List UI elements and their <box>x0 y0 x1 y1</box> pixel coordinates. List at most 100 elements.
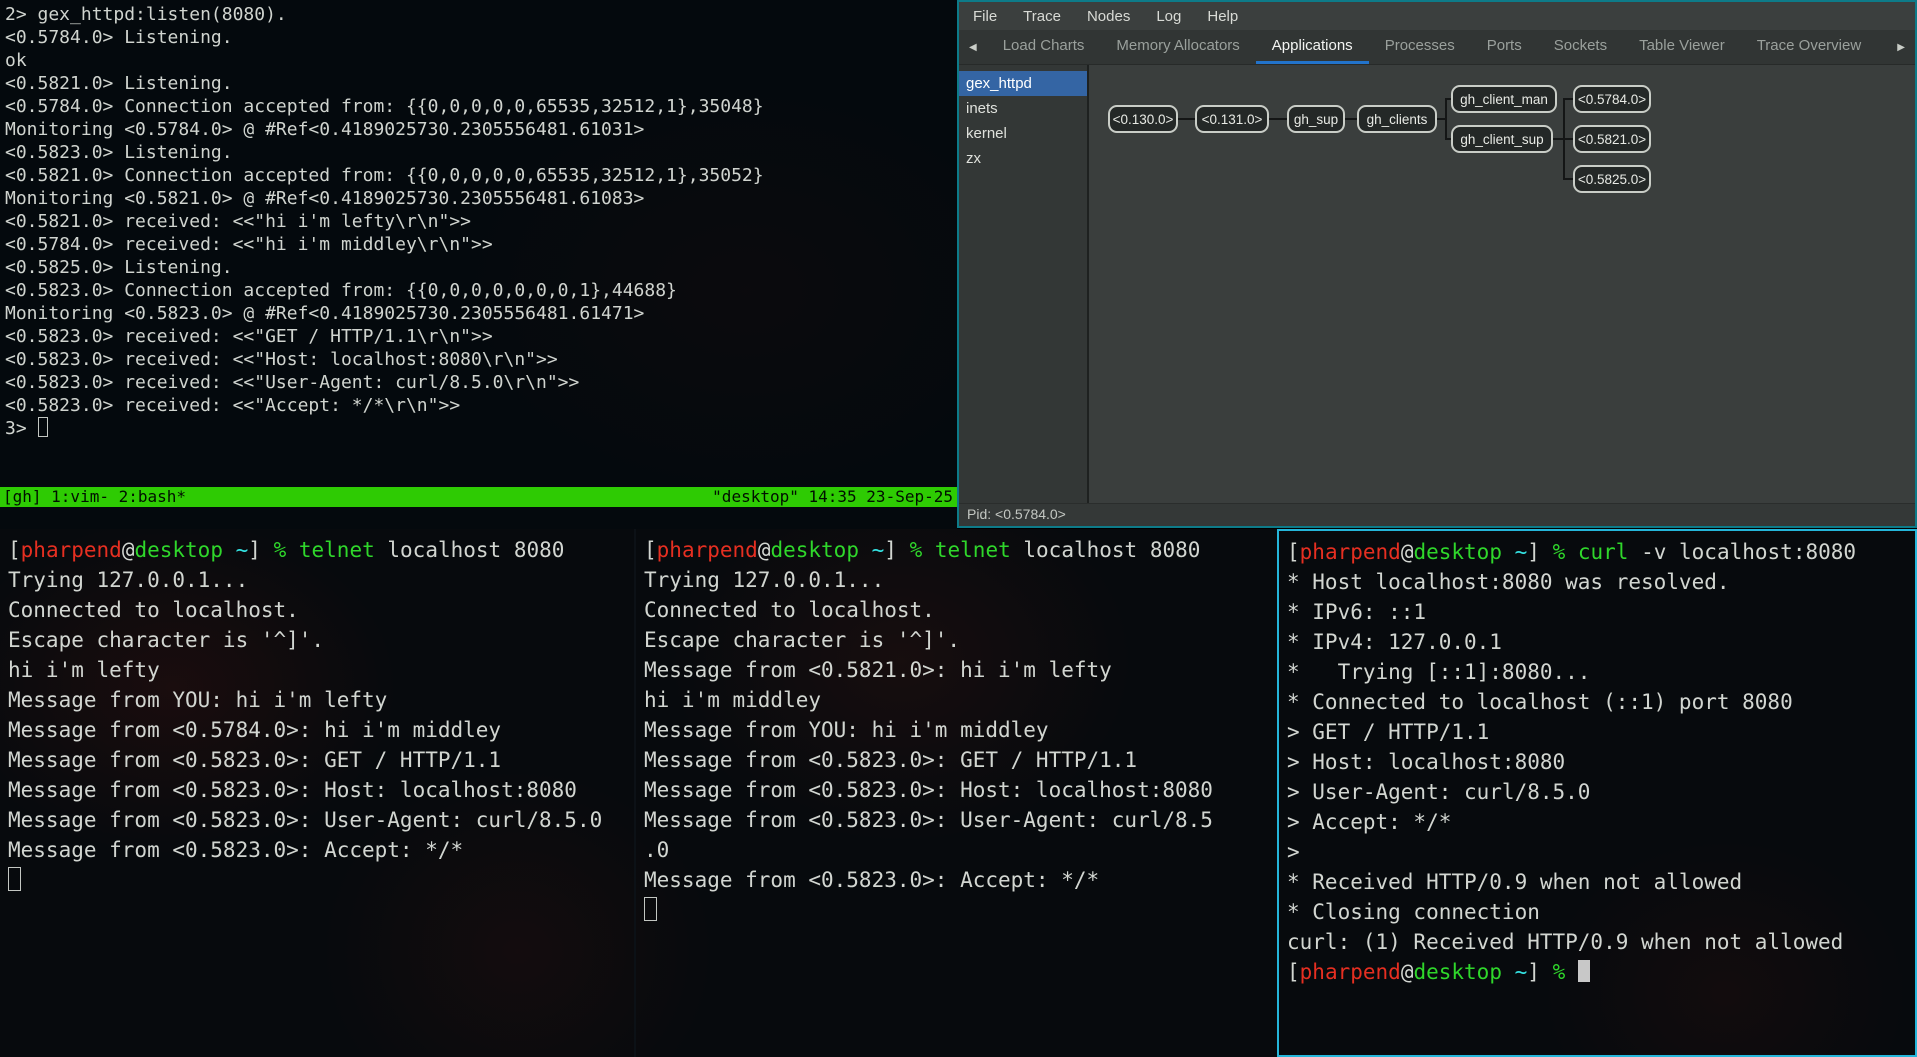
text-cursor <box>644 897 657 921</box>
terminal-text: ] <box>248 538 273 562</box>
terminal-text <box>1502 540 1515 564</box>
terminal-text: pharpend <box>657 538 758 562</box>
terminal-text: pharpend <box>21 538 122 562</box>
terminal-line: hi i'm middley <box>644 685 1277 715</box>
text-cursor <box>8 867 21 891</box>
terminal-text: localhost 8080 <box>375 538 565 562</box>
terminal-text <box>859 538 872 562</box>
terminal-line: Connected to localhost. <box>8 595 634 625</box>
tree-connector-line <box>1563 178 1573 180</box>
terminal-text: pharpend <box>1300 960 1401 984</box>
tree-connector-line <box>1437 118 1445 120</box>
terminal-line: [pharpend@desktop ~] % curl -v localhost… <box>1287 537 1915 567</box>
tab-load-charts[interactable]: Load Charts <box>987 30 1101 64</box>
terminal-text: @ <box>1401 540 1414 564</box>
app-item-kernel[interactable]: kernel <box>959 121 1087 146</box>
menu-trace[interactable]: Trace <box>1023 8 1061 25</box>
terminal-line: <0.5823.0> received: <<"Accept: */*\r\n"… <box>5 394 957 417</box>
terminal-line: curl: (1) Received HTTP/0.9 when not all… <box>1287 927 1915 957</box>
tabs-scroll-left-icon[interactable]: ◀ <box>959 30 987 64</box>
tmux-host-clock: "desktop" 14:35 23-Sep-25 <box>712 487 957 507</box>
menu-file[interactable]: File <box>973 8 997 25</box>
terminal-line: Monitoring <0.5821.0> @ #Ref<0.418902573… <box>5 187 957 210</box>
terminal-line: Escape character is '^]'. <box>8 625 634 655</box>
app-item-gex_httpd[interactable]: gex_httpd <box>959 71 1087 96</box>
terminal-line: > GET / HTTP/1.1 <box>1287 717 1915 747</box>
terminal-line: > Host: localhost:8080 <box>1287 747 1915 777</box>
terminal-text: % telnet <box>274 538 375 562</box>
tab-table-viewer[interactable]: Table Viewer <box>1623 30 1741 64</box>
terminal-text: [ <box>8 538 21 562</box>
terminal-line: Connected to localhost. <box>644 595 1277 625</box>
tab-ports[interactable]: Ports <box>1471 30 1538 64</box>
terminal-text: @ <box>122 538 135 562</box>
terminal-line: Message from <0.5823.0>: GET / HTTP/1.1 <box>644 745 1277 775</box>
terminal-text: [ <box>644 538 657 562</box>
observer-tabs: Load ChartsMemory AllocatorsApplications… <box>987 30 1888 64</box>
terminal-line: Monitoring <0.5823.0> @ #Ref<0.418902573… <box>5 302 957 325</box>
process-node-pid-0-5821-0[interactable]: <0.5821.0> <box>1573 125 1651 153</box>
menu-log[interactable]: Log <box>1156 8 1181 25</box>
app-item-inets[interactable]: inets <box>959 96 1087 121</box>
text-cursor <box>38 417 49 437</box>
terminal-text: @ <box>1401 960 1414 984</box>
tabs-scroll-right-icon[interactable]: ▶ <box>1887 30 1915 64</box>
process-node-gh-client-man[interactable]: gh_client_man <box>1451 85 1557 113</box>
observer-tabbar: ◀ Load ChartsMemory AllocatorsApplicatio… <box>959 30 1915 65</box>
terminal-text: @ <box>758 538 771 562</box>
terminal-line: Escape character is '^]'. <box>644 625 1277 655</box>
observer-window: File Trace Nodes Log Help ◀ Load ChartsMemor… <box>957 0 1917 528</box>
curl-pane-focused[interactable]: [pharpend@desktop ~] % curl -v localhost… <box>1277 529 1917 1057</box>
terminal-text: pharpend <box>1300 540 1401 564</box>
tab-trace-overview[interactable]: Trace Overview <box>1741 30 1877 64</box>
selected-pid-label: Pid: <0.5784.0> <box>967 506 1066 522</box>
terminal-line: Message from <0.5823.0>: Host: localhost… <box>644 775 1277 805</box>
terminal-text: ~ <box>1515 960 1528 984</box>
menu-help[interactable]: Help <box>1207 8 1238 25</box>
process-node-pid-0-131-0[interactable]: <0.131.0> <box>1195 105 1269 133</box>
tab-processes[interactable]: Processes <box>1369 30 1471 64</box>
terminal-line: Message from <0.5784.0>: hi i'm middley <box>8 715 634 745</box>
process-node-pid-0-5784-0[interactable]: <0.5784.0> <box>1573 85 1651 113</box>
terminal-line: <0.5821.0> received: <<"hi i'm lefty\r\n… <box>5 210 957 233</box>
process-node-gh-clients[interactable]: gh_clients <box>1357 105 1437 133</box>
terminal-line: * IPv4: 127.0.0.1 <box>1287 627 1915 657</box>
erlang-shell-pane[interactable]: 2> gex_httpd:listen(8080).<0.5784.0> Lis… <box>0 0 957 529</box>
terminal-text: -v localhost:8080 <box>1628 540 1856 564</box>
telnet-middley-pane[interactable]: [pharpend@desktop ~] % telnet localhost … <box>636 529 1277 1057</box>
terminal-line: Message from YOU: hi i'm lefty <box>8 685 634 715</box>
terminal-text: ~ <box>872 538 885 562</box>
terminal-line: [pharpend@desktop ~] % telnet localhost … <box>8 535 634 565</box>
app-item-zx[interactable]: zx <box>959 146 1087 171</box>
terminal-line: Message from <0.5823.0>: User-Agent: cur… <box>8 805 634 835</box>
terminal-line: [pharpend@desktop ~] % <box>1287 957 1915 987</box>
terminal-text: % curl <box>1553 540 1629 564</box>
terminal-text <box>223 538 236 562</box>
terminal-line: <0.5784.0> Listening. <box>5 26 957 49</box>
observer-menubar: File Trace Nodes Log Help <box>959 2 1915 30</box>
tab-sockets[interactable]: Sockets <box>1538 30 1623 64</box>
telnet-lefty-pane[interactable]: [pharpend@desktop ~] % telnet localhost … <box>0 529 634 1057</box>
terminal-line: ok <box>5 49 957 72</box>
menu-nodes[interactable]: Nodes <box>1087 8 1130 25</box>
process-node-gh-client-sup[interactable]: gh_client_sup <box>1451 125 1553 153</box>
tab-applications[interactable]: Applications <box>1256 30 1369 64</box>
tmux-session-windows: [gh] 1:vim- 2:bash* <box>0 487 186 507</box>
desktop: 2> gex_httpd:listen(8080).<0.5784.0> Lis… <box>0 0 1917 1057</box>
terminal-line: * Connected to localhost (::1) port 8080 <box>1287 687 1915 717</box>
terminal-text: ] <box>1527 960 1552 984</box>
process-node-gh-sup[interactable]: gh_sup <box>1287 105 1345 133</box>
terminal-line: > User-Agent: curl/8.5.0 <box>1287 777 1915 807</box>
terminal-line <box>8 865 634 895</box>
process-node-pid-0-130-0[interactable]: <0.130.0> <box>1108 105 1178 133</box>
terminal-line: <0.5784.0> received: <<"hi i'm middley\r… <box>5 233 957 256</box>
process-node-pid-0-5825-0[interactable]: <0.5825.0> <box>1573 165 1651 193</box>
tree-connector-line <box>1563 98 1573 100</box>
terminal-text: 3> <box>5 418 38 439</box>
tab-memory-allocators[interactable]: Memory Allocators <box>1100 30 1255 64</box>
terminal-line: Monitoring <0.5784.0> @ #Ref<0.418902573… <box>5 118 957 141</box>
bottom-terminals: [pharpend@desktop ~] % telnet localhost … <box>0 529 1917 1057</box>
terminal-line: Trying 127.0.0.1... <box>8 565 634 595</box>
terminal-line: <0.5823.0> Connection accepted from: {{0… <box>5 279 957 302</box>
terminal-line: hi i'm lefty <box>8 655 634 685</box>
